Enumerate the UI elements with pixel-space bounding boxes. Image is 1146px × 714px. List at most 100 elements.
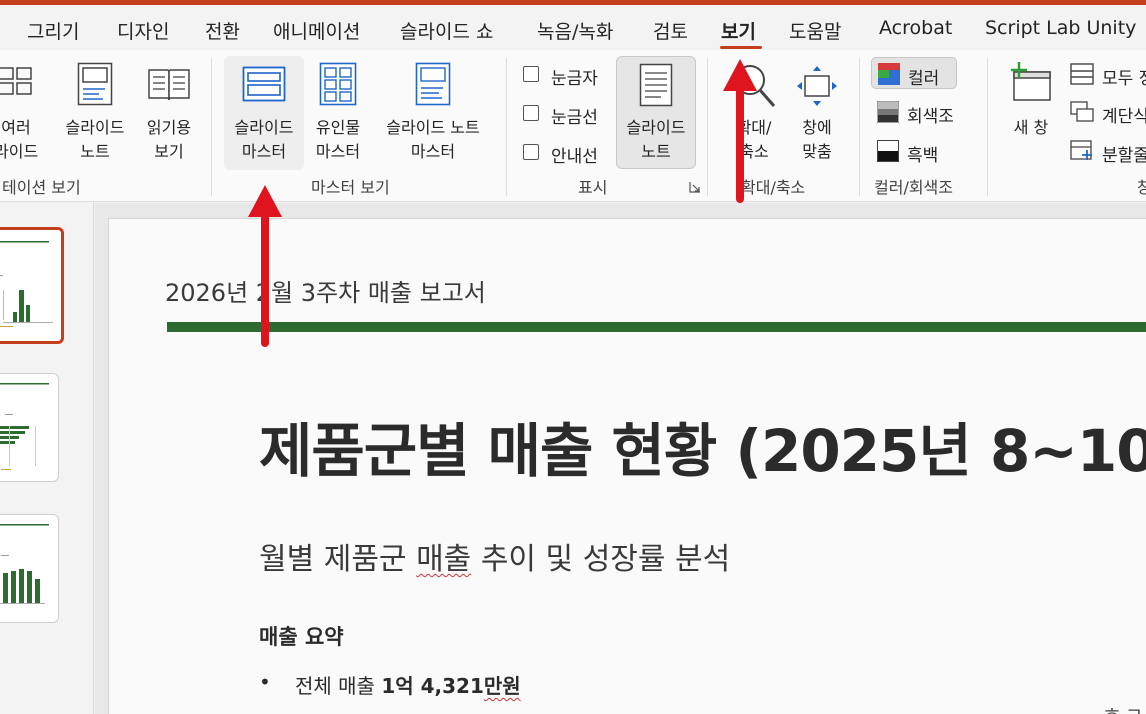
- arrange-all-icon: [1070, 63, 1094, 85]
- notes-label-2: 노트: [641, 142, 671, 161]
- notes-master-label-2: 마스터: [410, 142, 456, 161]
- split-label: 분할줄: [1102, 146, 1146, 166]
- black-white-button[interactable]: 흑백: [871, 135, 971, 167]
- active-tab-indicator: [720, 46, 762, 49]
- slide-master-icon: [242, 66, 286, 102]
- slide-master-label-1: 슬라이드: [234, 118, 294, 137]
- tab-design[interactable]: 디자인: [117, 17, 169, 44]
- gridlines-checkbox[interactable]: 눈금선: [523, 103, 607, 128]
- gridlines-checkbox-box[interactable]: [523, 105, 539, 121]
- tab-review[interactable]: 검토: [653, 17, 688, 44]
- tab-draw[interactable]: 그리기: [27, 17, 79, 44]
- slide-corner-text: – 효 그: [1089, 703, 1143, 714]
- ribbon-separator: [859, 58, 860, 196]
- ribbon-separator: [707, 58, 708, 196]
- bullet-text-value: 1억 4,321: [381, 674, 484, 698]
- ribbon-separator: [211, 58, 212, 196]
- slide-header-text[interactable]: 2026년 2월 3주차 매출 보고서: [165, 273, 486, 308]
- notes-page-label-2: 노트: [80, 142, 110, 161]
- tab-view[interactable]: 보기: [721, 17, 756, 44]
- reading-view-label-1: 읽기용: [146, 118, 192, 137]
- slide-master-button[interactable]: 슬라이드 마스터: [224, 56, 304, 170]
- slide-thumbnail-2[interactable]: [0, 373, 59, 482]
- slide-thumbnail-3[interactable]: [0, 514, 59, 623]
- tab-transitions[interactable]: 전환: [205, 17, 240, 44]
- slide-title[interactable]: 제품군별 매출 현황 (2025년 8~10: [259, 404, 1146, 488]
- grayscale-icon: [877, 101, 899, 123]
- bullet-dot: •: [259, 670, 271, 694]
- cascade-label: 계단식: [1102, 107, 1146, 127]
- fit-to-window-label-2: 맞춤: [802, 142, 832, 161]
- guides-checkbox-box[interactable]: [523, 144, 539, 160]
- fit-to-window-label-1: 창에: [802, 118, 832, 137]
- black-white-label: 흑백: [907, 146, 939, 166]
- slide-subtitle[interactable]: 월별 제품군 매출 추이 및 성장률 분석: [259, 534, 730, 578]
- grayscale-button[interactable]: 회색조: [871, 96, 971, 128]
- ruler-checkbox[interactable]: 눈금자: [523, 64, 607, 89]
- guides-label: 안내선: [551, 147, 598, 167]
- ribbon-tab-bar: 그리기 디자인 전환 애니메이션 슬라이드 쇼 녹음/녹화 검토 보기 도움말 …: [0, 5, 1146, 50]
- notes-page-button[interactable]: 슬라이드 노트: [58, 56, 132, 166]
- dialog-launcher-icon[interactable]: [689, 181, 701, 193]
- color-label: 컬러: [908, 69, 940, 89]
- bullet-text-prefix: 전체 매출: [295, 674, 382, 698]
- bullet-text: 전체 매출 1억 4,321만원: [295, 670, 521, 699]
- annotation-arrow-up-icon: [723, 59, 757, 203]
- new-window-icon: [1011, 62, 1051, 101]
- ribbon-separator: [987, 58, 988, 196]
- annotation-arrow-up-icon: [248, 185, 282, 347]
- presentation-views-group-label: 테이션 보기: [2, 178, 81, 197]
- show-group-label: 표시: [578, 178, 608, 197]
- summary-section-heading[interactable]: 매출 요약: [259, 621, 344, 651]
- thumbnail-preview-1: [0, 241, 53, 327]
- handout-master-label-1: 유인물: [315, 118, 361, 137]
- multi-slide-view-button[interactable]: 여러 라이드: [0, 56, 38, 166]
- thumbnail-preview-2: [0, 383, 49, 470]
- reading-view-button[interactable]: 읽기용 보기: [138, 56, 200, 166]
- ruler-label: 눈금자: [551, 69, 598, 89]
- gridlines-label: 눈금선: [551, 108, 598, 128]
- subtitle-part-1: 월별 제품군: [259, 542, 417, 577]
- fit-to-window-icon: [797, 66, 837, 106]
- window-group-label: 창: [1137, 178, 1146, 197]
- subtitle-part-2: 추이 및 성장률 분석: [471, 542, 731, 577]
- slide-thumbnail-pane: [0, 203, 94, 714]
- black-white-icon: [877, 140, 899, 162]
- new-window-label: 새 창: [1013, 118, 1049, 137]
- slide-thumbnail-1[interactable]: [0, 227, 64, 344]
- handout-master-icon: [319, 62, 357, 106]
- grayscale-label: 회색조: [907, 107, 954, 127]
- slide-header-bar: [167, 322, 1146, 332]
- handout-master-button[interactable]: 유인물 마스터: [308, 56, 368, 166]
- multi-slide-icon: [0, 67, 32, 95]
- tab-help[interactable]: 도움말: [789, 17, 841, 44]
- notes-page-label-1: 슬라이드: [65, 118, 125, 137]
- ribbon-separator: [506, 58, 507, 196]
- tab-record[interactable]: 녹음/녹화: [537, 17, 613, 44]
- multi-slide-label-1: 여러: [1, 118, 31, 137]
- notes-master-button[interactable]: 슬라이드 노트 마스터: [374, 56, 492, 166]
- color-button[interactable]: 컬러: [871, 57, 957, 89]
- tab-script-lab-unity[interactable]: Script Lab Unity: [985, 17, 1136, 39]
- arrange-all-button[interactable]: 모두 정: [1066, 58, 1146, 90]
- split-icon: [1070, 140, 1092, 160]
- split-button[interactable]: 분할줄: [1066, 135, 1146, 167]
- new-window-button[interactable]: 새 창: [1000, 56, 1062, 166]
- ribbon-view: 여러 라이드 슬라이드 노트 읽기용 보기 테이션 보기 슬라이드 마스터 유인…: [0, 50, 1146, 202]
- cascade-button[interactable]: 계단식: [1066, 96, 1146, 128]
- tab-acrobat[interactable]: Acrobat: [879, 17, 952, 39]
- reading-view-icon: [148, 69, 190, 101]
- tab-animations[interactable]: 애니메이션: [273, 17, 360, 44]
- color-group-label: 컬러/회색조: [874, 178, 953, 197]
- notes-page-icon: [77, 62, 113, 106]
- tab-slide-show[interactable]: 슬라이드 쇼: [400, 17, 493, 44]
- notes-master-icon: [415, 62, 451, 106]
- notes-toggle-button[interactable]: 슬라이드 노트: [616, 56, 696, 169]
- thumbnail-preview-3: [0, 524, 49, 604]
- guides-checkbox[interactable]: 안내선: [523, 142, 607, 167]
- fit-to-window-button[interactable]: 창에 맞춤: [790, 56, 844, 166]
- slide-master-label-2: 마스터: [241, 142, 287, 161]
- subtitle-spellcheck-word: 매출: [416, 542, 472, 577]
- notes-label-1: 슬라이드: [626, 118, 686, 137]
- ruler-checkbox-box[interactable]: [523, 66, 539, 82]
